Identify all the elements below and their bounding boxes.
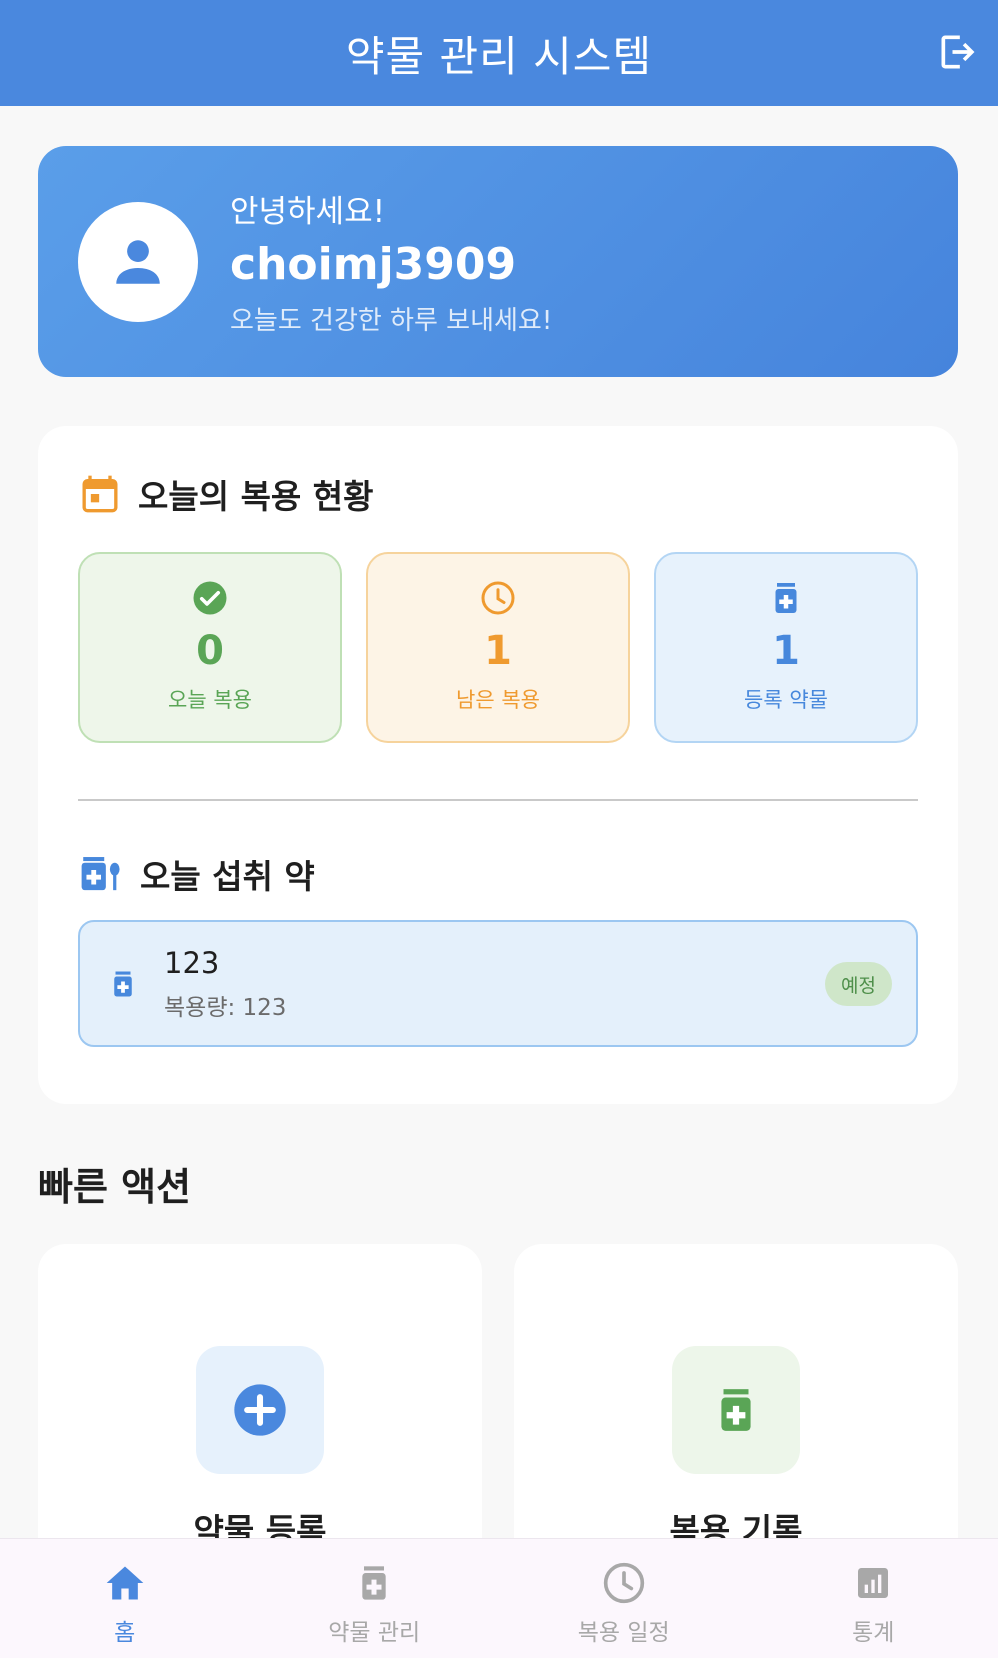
- record-icon-box: [672, 1346, 800, 1474]
- medication-icon: [775, 583, 797, 613]
- avatar: [78, 201, 198, 322]
- nav-schedule-label: 복용 일정: [577, 1620, 670, 1646]
- nav-stats-label: 통계: [852, 1620, 895, 1646]
- app-root: 약물 관리 시스템 안녕하세요! choimj3909 오늘도 건강한 하루 보…: [0, 0, 998, 1658]
- med-name: 123: [164, 945, 220, 980]
- divider: [78, 799, 918, 801]
- today-meds-title: 오늘 섭취 약: [140, 857, 315, 896]
- clock-icon: [603, 1562, 644, 1604]
- logout-button[interactable]: [932, 26, 984, 78]
- greeting-hello: 안녕하세요!: [230, 194, 386, 230]
- greeting-text: 안녕하세요! choimj3909 오늘도 건강한 하루 보내세요!: [230, 186, 552, 337]
- status-badge: 예정: [825, 962, 892, 1006]
- med-dose: 복용량: 123: [164, 994, 287, 1021]
- stat-taken-label: 오늘 복용: [168, 688, 252, 712]
- check-circle-icon: [193, 581, 227, 615]
- nav-schedule[interactable]: 복용 일정: [499, 1539, 749, 1658]
- app-bar: 약물 관리 시스템: [0, 0, 998, 106]
- nav-home-label: 홈: [114, 1620, 136, 1646]
- medication-icon: [721, 1389, 751, 1431]
- stat-remaining-value: 1: [484, 628, 512, 674]
- add-circle-icon: [234, 1384, 286, 1436]
- stat-registered-label: 등록 약물: [744, 688, 828, 712]
- calendar-icon: [82, 475, 118, 513]
- today-meds-header: 오늘 섭취 약: [80, 850, 315, 898]
- stat-taken-value: 0: [196, 628, 224, 674]
- stat-taken-today: 0 오늘 복용: [78, 552, 342, 743]
- app-title: 약물 관리 시스템: [345, 31, 653, 81]
- stat-registered: 1 등록 약물: [654, 552, 918, 743]
- stat-registered-value: 1: [772, 628, 800, 674]
- person-icon: [116, 239, 160, 284]
- med-text: 123 복용량: 123: [164, 946, 286, 1022]
- medication-liquid-icon: [81, 857, 120, 891]
- stat-remaining: 1 남은 복용: [366, 552, 630, 743]
- today-status-card: 오늘의 복용 현황 0 오늘 복용 1 남은 복용 1 등록 약물 오늘 섭취 …: [38, 426, 958, 1104]
- today-status-header: 오늘의 복용 현황: [80, 470, 374, 518]
- bottom-nav: 홈 약물 관리 복용 일정 통계: [0, 1538, 998, 1658]
- clock-icon: [481, 581, 515, 615]
- medication-icon: [114, 971, 132, 996]
- username: choimj3909: [230, 239, 517, 290]
- register-icon-box: [196, 1346, 324, 1474]
- greeting-subtitle: 오늘도 건강한 하루 보내세요!: [230, 306, 553, 336]
- greeting-card: 안녕하세요! choimj3909 오늘도 건강한 하루 보내세요!: [38, 146, 958, 377]
- nav-home[interactable]: 홈: [0, 1539, 250, 1658]
- nav-medication[interactable]: 약물 관리: [250, 1539, 500, 1658]
- nav-stats[interactable]: 통계: [749, 1539, 998, 1658]
- medication-icon: [362, 1566, 386, 1600]
- today-status-title: 오늘의 복용 현황: [138, 477, 374, 516]
- home-icon: [106, 1566, 144, 1600]
- stat-remaining-label: 남은 복용: [456, 688, 540, 712]
- logout-icon: [941, 35, 975, 69]
- nav-medication-label: 약물 관리: [328, 1620, 421, 1646]
- chart-icon: [858, 1568, 889, 1598]
- quick-actions-title: 빠른 액션: [38, 1165, 192, 1209]
- med-list-item[interactable]: 123 복용량: 123 예정: [78, 920, 918, 1047]
